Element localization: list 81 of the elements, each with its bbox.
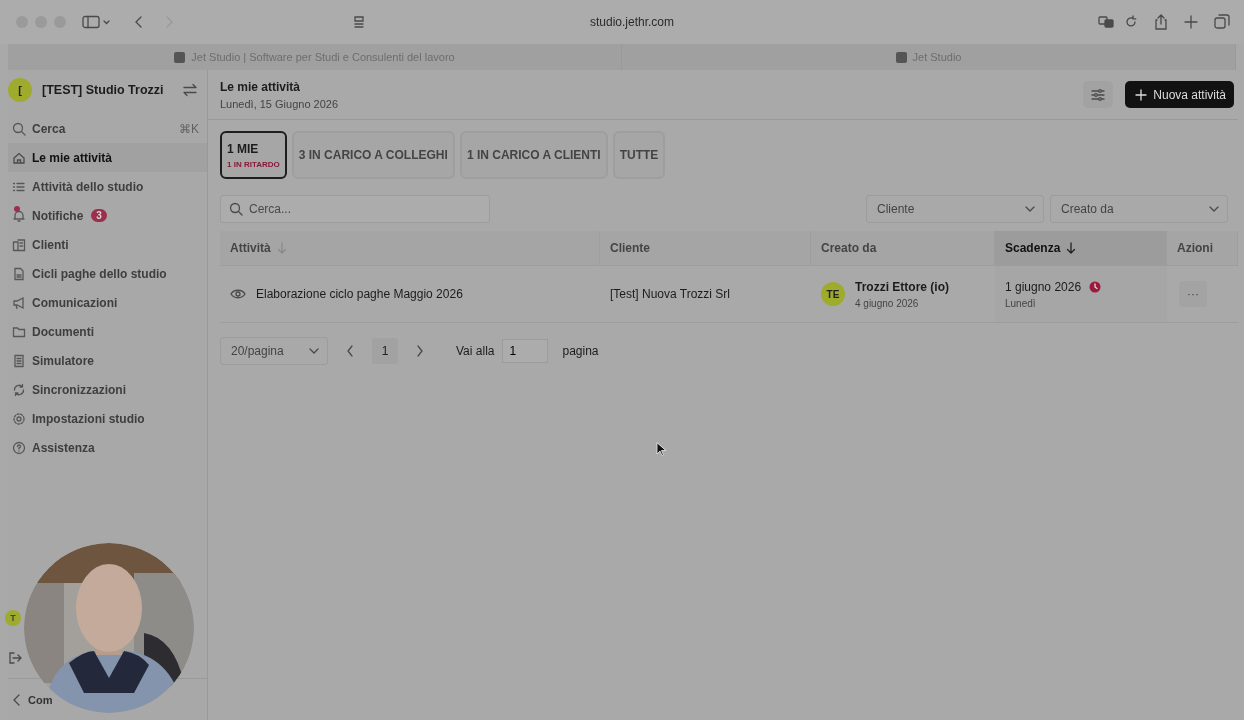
more-actions-button[interactable]: ··· xyxy=(1179,281,1207,307)
nav-item[interactable]: Impostazioni studio xyxy=(8,404,207,433)
page-size-dropdown[interactable]: 20/pagina xyxy=(220,337,328,365)
chevron-right-icon[interactable] xyxy=(416,345,424,357)
share-icon[interactable] xyxy=(1154,14,1168,30)
mouse-cursor-icon xyxy=(656,442,666,456)
column-header[interactable]: Scadenza xyxy=(995,231,1167,265)
nav-item[interactable]: Simulatore xyxy=(8,346,207,375)
column-header[interactable]: Attività xyxy=(220,231,600,265)
due-weekday: Lunedì xyxy=(1005,297,1037,309)
page-date: Lunedì, 15 Giugno 2026 xyxy=(220,97,340,110)
gear-icon xyxy=(12,411,26,426)
tabs-overview-icon[interactable] xyxy=(1214,14,1230,30)
favicon-icon xyxy=(174,51,186,63)
sliders-icon xyxy=(1091,87,1106,102)
due-date: 1 giugno 2026 xyxy=(1005,279,1082,294)
page-label: pagina xyxy=(562,344,599,358)
reload-icon[interactable] xyxy=(1124,15,1138,29)
nav-item[interactable]: Le mie attività xyxy=(8,143,207,172)
search-icon xyxy=(12,121,26,136)
creator-avatar: TE xyxy=(821,282,845,306)
nav-item[interactable]: Attività dello studio xyxy=(8,172,207,201)
shortcut-label: ⌘K xyxy=(179,121,199,136)
search-field[interactable]: Cerca... xyxy=(220,195,490,223)
document-icon xyxy=(12,266,26,281)
count-badge: 3 xyxy=(91,209,107,222)
chevron-down-icon xyxy=(1209,206,1219,212)
org-name[interactable]: [TEST] Studio Trozzi xyxy=(42,83,173,97)
calculator-icon xyxy=(12,353,26,368)
sidebar-toggle-icon[interactable] xyxy=(82,15,110,29)
translate-icon[interactable] xyxy=(1098,15,1114,29)
home-icon xyxy=(12,150,26,165)
page-menu-icon[interactable] xyxy=(352,15,366,29)
chevron-down-icon xyxy=(1025,206,1035,212)
nav-item[interactable]: Sincronizzazioni xyxy=(8,375,207,404)
nav-item[interactable]: Comunicazioni xyxy=(8,288,207,317)
created-date: 4 giugno 2026 xyxy=(855,297,920,309)
logout-icon[interactable] xyxy=(8,651,22,665)
column-header[interactable]: Azioni xyxy=(1167,231,1238,265)
filter-tab[interactable]: 1 MIE 1 IN RITARDO xyxy=(220,131,287,179)
page-input[interactable]: 1 xyxy=(502,339,549,363)
nav-item[interactable]: Documenti xyxy=(8,317,207,346)
nav-item[interactable]: Cicli paghe dello studio xyxy=(8,259,207,288)
new-tab-icon[interactable] xyxy=(1184,15,1198,29)
bell-icon xyxy=(12,208,26,223)
dropdown[interactable]: Cliente xyxy=(866,195,1044,223)
nav-item[interactable]: Assistenza xyxy=(8,433,207,462)
address-field[interactable]: studio.jethr.com xyxy=(376,15,888,29)
building-icon xyxy=(12,237,26,252)
collapse-label[interactable]: Com xyxy=(28,693,53,706)
help-icon xyxy=(12,440,26,455)
filter-tab[interactable]: 1 IN CARICO A CLIENTI xyxy=(459,131,608,179)
sync-icon xyxy=(12,382,26,397)
filter-tab[interactable]: 3 IN CARICO A COLLEGHI xyxy=(291,131,455,179)
favicon-icon xyxy=(895,51,907,63)
page-title: Le mie attività xyxy=(220,79,302,94)
megaphone-icon xyxy=(12,295,26,310)
activity-name[interactable]: Elaborazione ciclo paghe Maggio 2026 xyxy=(256,287,463,301)
chevron-left-icon[interactable] xyxy=(12,692,22,707)
folder-icon xyxy=(12,324,26,339)
dropdown[interactable]: Creato da xyxy=(1050,195,1228,223)
search-icon xyxy=(229,202,243,216)
org-avatar[interactable]: [ xyxy=(8,78,32,102)
client-name: [Test] Nuova Trozzi Srl xyxy=(610,287,731,301)
filter-settings-button[interactable] xyxy=(1083,81,1114,108)
creator-name: Trozzi Ettore (io) xyxy=(855,279,949,294)
column-header[interactable]: Cliente xyxy=(600,231,811,265)
goto-label: Vai alla xyxy=(456,344,495,358)
filter-tab[interactable]: TUTTE xyxy=(612,131,666,179)
plus-icon xyxy=(1135,88,1148,101)
chevron-left-icon[interactable] xyxy=(346,345,354,357)
chevron-down-icon xyxy=(309,348,319,354)
eye-icon[interactable] xyxy=(230,288,246,300)
nav-item[interactable]: Clienti xyxy=(8,230,207,259)
new-activity-button[interactable]: Nuova attività xyxy=(1125,81,1234,108)
switch-icon[interactable] xyxy=(183,83,197,97)
page-button[interactable]: 1 xyxy=(372,338,398,364)
nav-item[interactable]: Notifiche 3 xyxy=(8,201,207,230)
search-item[interactable]: Cerca ⌘K xyxy=(8,114,207,143)
user-avatar[interactable]: T xyxy=(5,610,21,626)
nav-label: Cerca xyxy=(32,121,66,136)
